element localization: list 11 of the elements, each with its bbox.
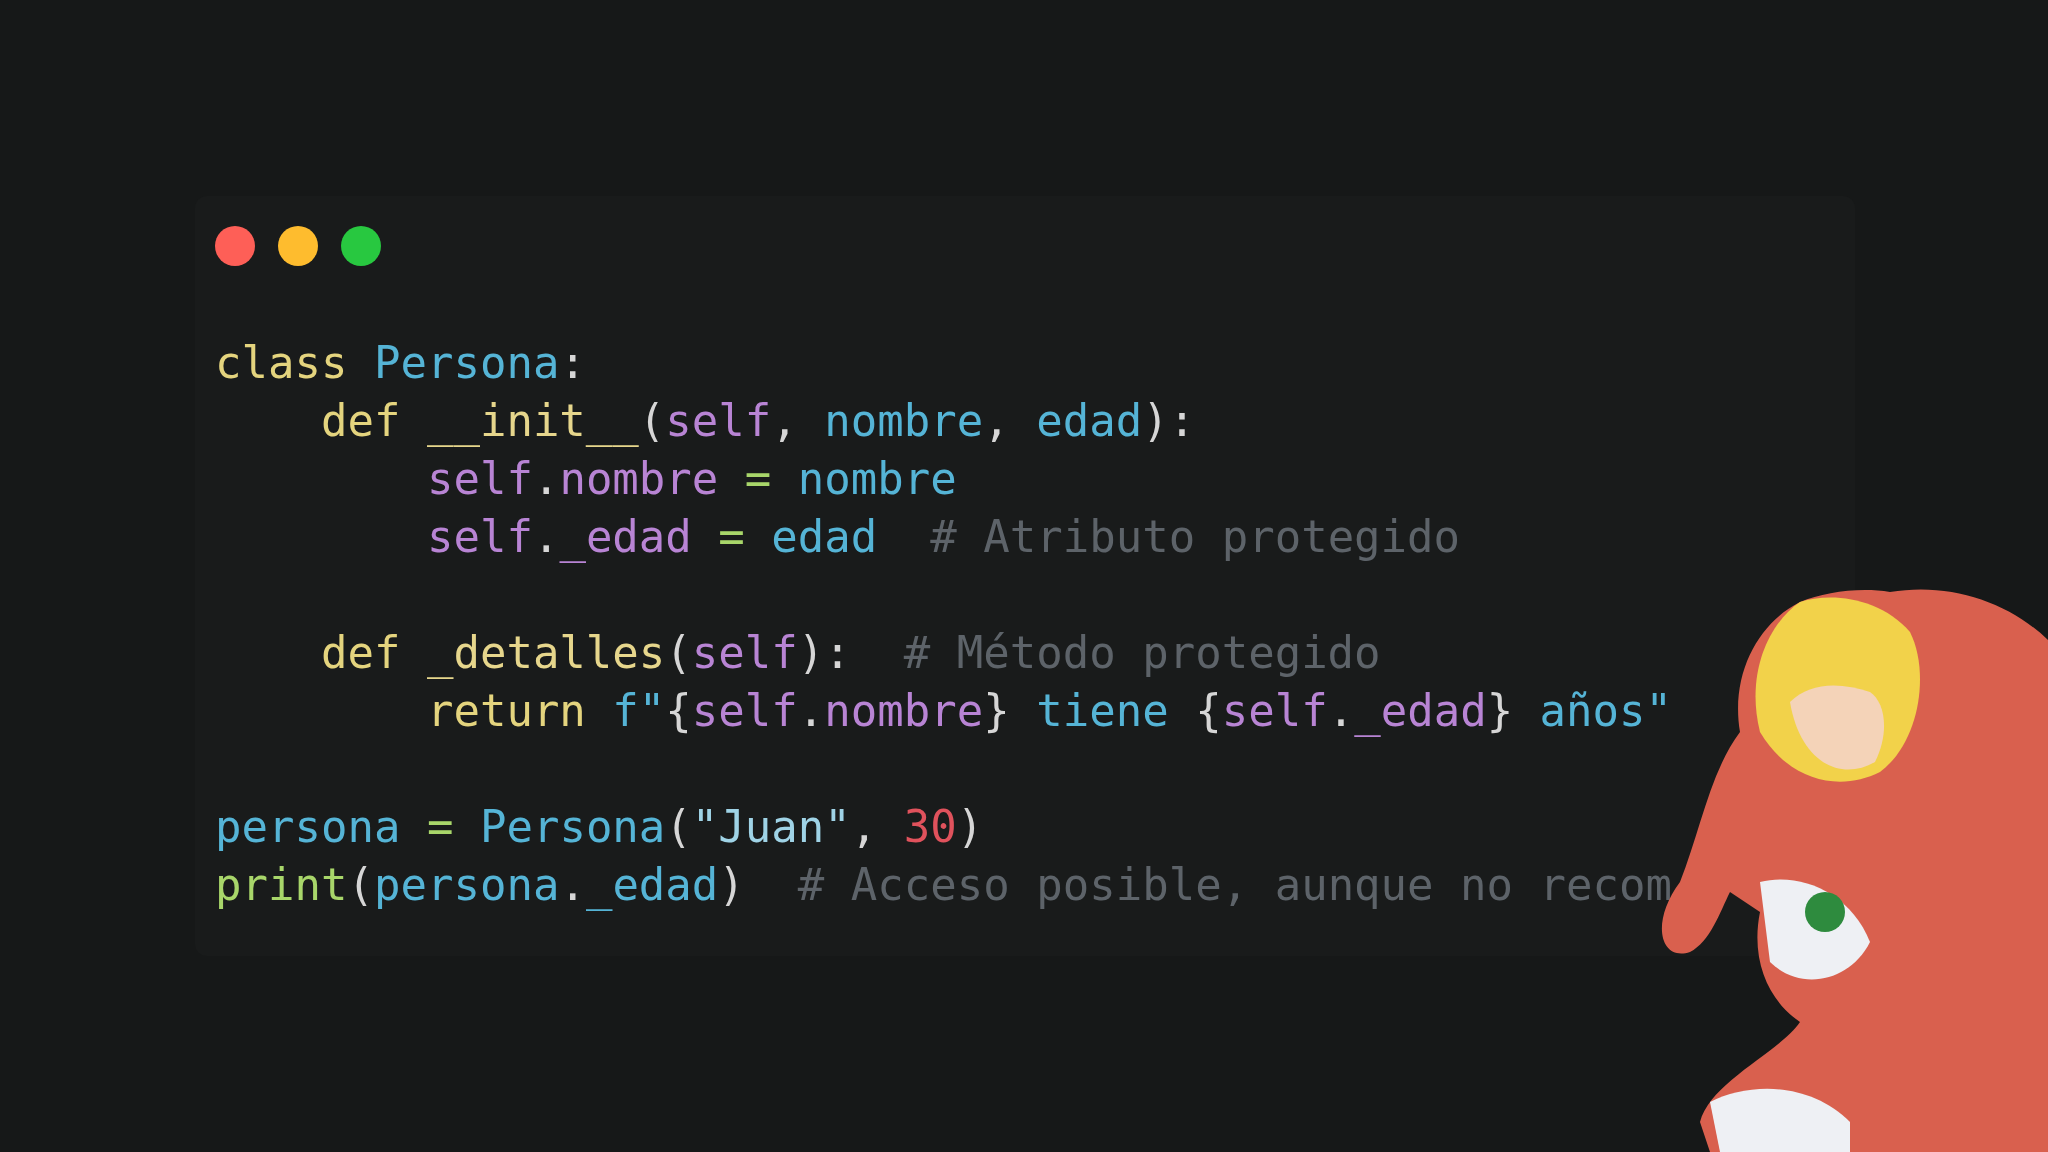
code-line: def _detalles(self): # Método protegido: [320, 627, 1381, 678]
window-button[interactable]: [341, 226, 381, 266]
code-line: class Persona:: [215, 337, 586, 388]
code-line: self.nombre = nombre: [426, 453, 957, 504]
code-line: self._edad = edad # Atributo protegido: [426, 511, 1461, 562]
window-button[interactable]: [215, 226, 255, 266]
code-line: print(persona._edad) # Acceso posible, aunque no recom: [215, 859, 1672, 910]
code-line: def __init__(self, nombre, edad):: [320, 395, 1196, 446]
code-line: return f"{self.nombre} tiene {self._edad} años": [426, 685, 1673, 736]
window-button[interactable]: [278, 226, 318, 266]
code-line: persona = Persona("Juan", 30): [215, 801, 984, 852]
